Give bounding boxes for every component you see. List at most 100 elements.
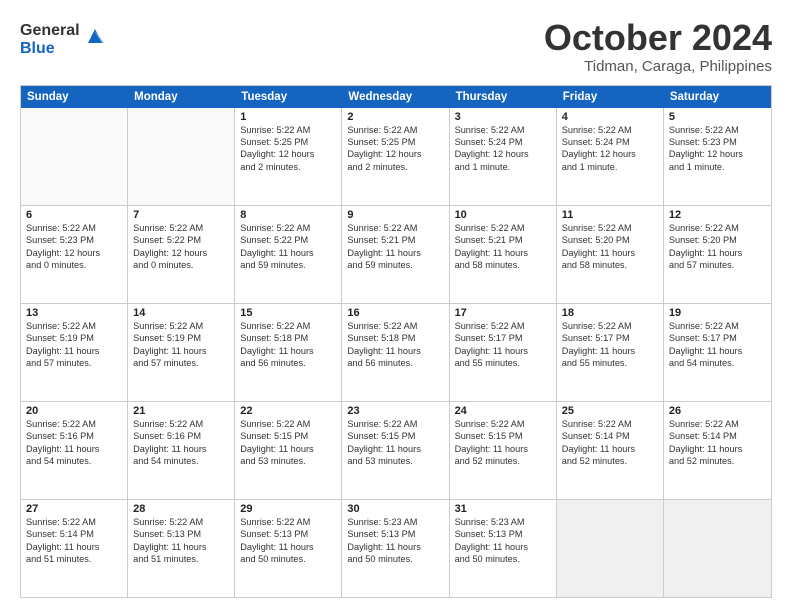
cell-line: Sunrise: 5:22 AM: [133, 418, 229, 430]
cell-line: Daylight: 11 hours: [562, 345, 658, 357]
day-number: 12: [669, 209, 766, 221]
calendar-cell: [21, 108, 128, 205]
day-number: 9: [347, 209, 443, 221]
calendar-cell: 4Sunrise: 5:22 AMSunset: 5:24 PMDaylight…: [557, 108, 664, 205]
cell-line: Sunset: 5:14 PM: [562, 430, 658, 442]
cell-line: Daylight: 11 hours: [240, 345, 336, 357]
cell-line: Daylight: 11 hours: [26, 345, 122, 357]
cell-line: and 54 minutes.: [133, 455, 229, 467]
day-number: 31: [455, 503, 551, 515]
calendar-header-cell: Saturday: [664, 86, 771, 108]
calendar-cell: 2Sunrise: 5:22 AMSunset: 5:25 PMDaylight…: [342, 108, 449, 205]
day-number: 27: [26, 503, 122, 515]
cell-line: Sunset: 5:20 PM: [562, 234, 658, 246]
cell-line: and 0 minutes.: [133, 259, 229, 271]
cell-line: Sunset: 5:16 PM: [133, 430, 229, 442]
cell-line: Sunset: 5:13 PM: [240, 528, 336, 540]
calendar-cell: 18Sunrise: 5:22 AMSunset: 5:17 PMDayligh…: [557, 304, 664, 401]
cell-line: Daylight: 11 hours: [562, 247, 658, 259]
calendar-cell: 29Sunrise: 5:22 AMSunset: 5:13 PMDayligh…: [235, 500, 342, 597]
calendar-header-cell: Sunday: [21, 86, 128, 108]
cell-line: Sunset: 5:18 PM: [240, 332, 336, 344]
cell-line: Sunset: 5:17 PM: [455, 332, 551, 344]
cell-line: Daylight: 12 hours: [347, 148, 443, 160]
cell-line: Sunrise: 5:22 AM: [669, 320, 766, 332]
calendar-cell: 27Sunrise: 5:22 AMSunset: 5:14 PMDayligh…: [21, 500, 128, 597]
cell-line: Sunrise: 5:22 AM: [240, 124, 336, 136]
cell-line: and 1 minute.: [562, 161, 658, 173]
title-block: October 2024 Tidman, Caraga, Philippines: [544, 18, 772, 75]
cell-line: Sunrise: 5:22 AM: [26, 222, 122, 234]
calendar-header: SundayMondayTuesdayWednesdayThursdayFrid…: [21, 86, 771, 108]
cell-line: Daylight: 11 hours: [240, 541, 336, 553]
day-number: 26: [669, 405, 766, 417]
cell-line: and 52 minutes.: [455, 455, 551, 467]
cell-line: and 2 minutes.: [240, 161, 336, 173]
day-number: 15: [240, 307, 336, 319]
cell-line: Sunset: 5:23 PM: [26, 234, 122, 246]
calendar-header-cell: Thursday: [450, 86, 557, 108]
cell-line: and 59 minutes.: [347, 259, 443, 271]
cell-line: Daylight: 11 hours: [347, 541, 443, 553]
cell-line: Daylight: 11 hours: [26, 443, 122, 455]
cell-line: Sunrise: 5:22 AM: [455, 320, 551, 332]
cell-line: Daylight: 11 hours: [133, 443, 229, 455]
cell-line: Sunrise: 5:22 AM: [455, 124, 551, 136]
cell-line: Sunrise: 5:22 AM: [26, 320, 122, 332]
page: General Blue October 2024 Tidman, Caraga…: [0, 0, 792, 612]
day-number: 28: [133, 503, 229, 515]
cell-line: Sunrise: 5:22 AM: [669, 222, 766, 234]
calendar-cell: 12Sunrise: 5:22 AMSunset: 5:20 PMDayligh…: [664, 206, 771, 303]
cell-line: and 54 minutes.: [26, 455, 122, 467]
cell-line: Sunset: 5:17 PM: [669, 332, 766, 344]
calendar-cell: 11Sunrise: 5:22 AMSunset: 5:20 PMDayligh…: [557, 206, 664, 303]
day-number: 21: [133, 405, 229, 417]
cell-line: Sunset: 5:17 PM: [562, 332, 658, 344]
day-number: 18: [562, 307, 658, 319]
day-number: 13: [26, 307, 122, 319]
cell-line: Sunrise: 5:22 AM: [240, 418, 336, 430]
cell-line: Daylight: 11 hours: [26, 541, 122, 553]
calendar-cell: 6Sunrise: 5:22 AMSunset: 5:23 PMDaylight…: [21, 206, 128, 303]
day-number: 14: [133, 307, 229, 319]
day-number: 30: [347, 503, 443, 515]
logo-icon: [84, 25, 106, 47]
calendar-cell: 10Sunrise: 5:22 AMSunset: 5:21 PMDayligh…: [450, 206, 557, 303]
logo: General Blue: [20, 22, 106, 57]
day-number: 5: [669, 111, 766, 123]
cell-line: Daylight: 12 hours: [240, 148, 336, 160]
cell-line: Sunrise: 5:22 AM: [347, 418, 443, 430]
cell-line: Sunrise: 5:22 AM: [562, 320, 658, 332]
cell-line: and 50 minutes.: [455, 553, 551, 565]
cell-line: Sunrise: 5:22 AM: [347, 222, 443, 234]
calendar-row: 20Sunrise: 5:22 AMSunset: 5:16 PMDayligh…: [21, 402, 771, 500]
calendar-cell: 5Sunrise: 5:22 AMSunset: 5:23 PMDaylight…: [664, 108, 771, 205]
calendar-header-cell: Wednesday: [342, 86, 449, 108]
cell-line: Sunset: 5:24 PM: [455, 136, 551, 148]
cell-line: Daylight: 12 hours: [562, 148, 658, 160]
cell-line: Sunrise: 5:22 AM: [455, 222, 551, 234]
calendar-cell: 8Sunrise: 5:22 AMSunset: 5:22 PMDaylight…: [235, 206, 342, 303]
day-number: 17: [455, 307, 551, 319]
cell-line: and 58 minutes.: [562, 259, 658, 271]
cell-line: Sunrise: 5:22 AM: [26, 418, 122, 430]
cell-line: Daylight: 11 hours: [240, 247, 336, 259]
cell-line: Sunset: 5:24 PM: [562, 136, 658, 148]
cell-line: Sunset: 5:13 PM: [133, 528, 229, 540]
cell-line: and 54 minutes.: [669, 357, 766, 369]
calendar-cell: [557, 500, 664, 597]
cell-line: and 52 minutes.: [562, 455, 658, 467]
day-number: 1: [240, 111, 336, 123]
cell-line: Sunrise: 5:22 AM: [133, 320, 229, 332]
cell-line: Sunrise: 5:22 AM: [562, 124, 658, 136]
cell-line: Daylight: 11 hours: [455, 541, 551, 553]
calendar-cell: 22Sunrise: 5:22 AMSunset: 5:15 PMDayligh…: [235, 402, 342, 499]
cell-line: Sunset: 5:13 PM: [455, 528, 551, 540]
calendar-cell: 25Sunrise: 5:22 AMSunset: 5:14 PMDayligh…: [557, 402, 664, 499]
cell-line: and 1 minute.: [455, 161, 551, 173]
calendar-cell: 26Sunrise: 5:22 AMSunset: 5:14 PMDayligh…: [664, 402, 771, 499]
day-number: 25: [562, 405, 658, 417]
calendar-cell: 23Sunrise: 5:22 AMSunset: 5:15 PMDayligh…: [342, 402, 449, 499]
calendar-header-cell: Tuesday: [235, 86, 342, 108]
cell-line: and 57 minutes.: [669, 259, 766, 271]
